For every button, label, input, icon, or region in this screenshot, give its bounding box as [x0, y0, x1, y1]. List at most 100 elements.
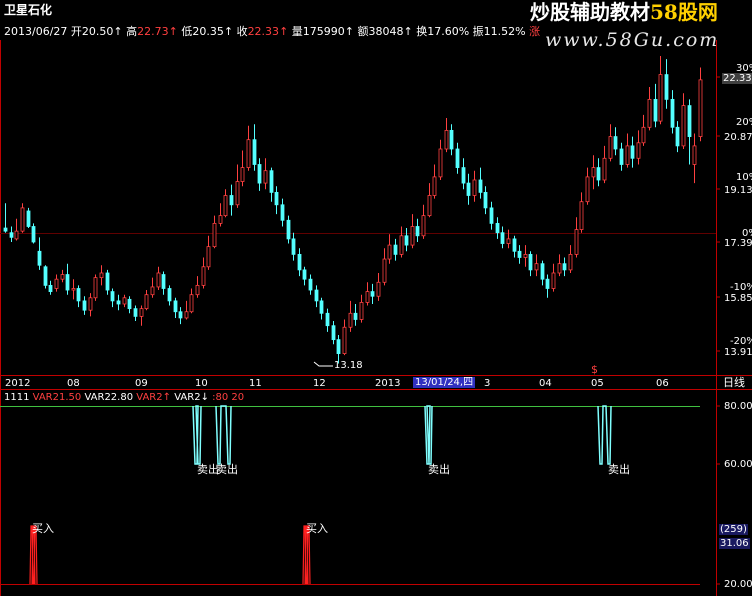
candle-body	[314, 289, 319, 302]
candle-body	[489, 207, 494, 224]
candle-body	[472, 179, 477, 196]
candle-body	[545, 278, 550, 289]
candle-body	[3, 227, 8, 232]
indicator-value: 31.06	[719, 538, 750, 549]
up-arrow-icon: ↑	[279, 25, 289, 38]
low-marker-leader	[313, 361, 333, 367]
indicator-axis-label: 20.00	[724, 579, 752, 590]
high-value: 22.73	[137, 25, 169, 38]
candle-body	[263, 170, 268, 184]
buy-label: 买入	[32, 522, 54, 535]
candle-body	[212, 222, 217, 248]
chart-canvas[interactable]: $	[0, 0, 752, 596]
candle-body	[110, 291, 115, 302]
candle-body	[240, 167, 245, 182]
candle-body	[449, 129, 454, 150]
candle-body	[410, 226, 415, 246]
buy-label: 买入	[306, 522, 328, 535]
candle-body	[636, 142, 641, 159]
candle-body	[591, 167, 596, 178]
candle-body	[26, 210, 31, 227]
candle-body	[308, 278, 313, 291]
stock-chart-window: $ 卫星石化 炒股辅助教材58股网 www.58Gu.com 2013/06/2…	[0, 0, 752, 596]
candle-body	[602, 157, 607, 181]
candle-body	[370, 291, 375, 297]
price-label: 15.85	[724, 293, 752, 304]
candle-body	[173, 300, 178, 313]
close-label: 收	[236, 25, 248, 38]
candle-body	[692, 145, 697, 165]
quote-info-bar: 2013/06/27 开20.50↑ 高22.73↑ 低20.35↑ 收22.3…	[4, 25, 540, 38]
candle-body	[625, 145, 630, 165]
sell-signal-line	[597, 405, 612, 465]
time-label: 10	[195, 378, 208, 389]
candle-body	[88, 297, 93, 311]
candle-body	[540, 263, 545, 280]
candle-body	[71, 288, 76, 291]
candle-body	[37, 250, 42, 266]
candle-body	[647, 98, 652, 128]
time-label: 12	[313, 378, 326, 389]
close-value: 22.33	[247, 25, 280, 38]
turnover-label: 换	[416, 25, 428, 38]
candle-body	[297, 253, 302, 271]
indicator-var2-down: VAR2	[174, 392, 201, 403]
time-label: 09	[135, 378, 148, 389]
candle-body	[415, 226, 420, 237]
indicator-var1: VAR21.50	[32, 392, 82, 403]
cursor-date: 13/01/24,四	[413, 377, 476, 388]
candle-body	[280, 204, 285, 221]
candle-body	[189, 294, 194, 313]
volume-label: 量	[291, 25, 303, 38]
candle-body	[365, 291, 370, 303]
rise-label: 涨	[529, 25, 541, 38]
candle-body	[65, 274, 70, 291]
candle-body	[43, 266, 48, 286]
candle-body	[286, 219, 291, 240]
price-label: 17.39	[724, 238, 752, 249]
amplitude-value: 11.52%	[483, 25, 526, 38]
time-label: 06	[656, 378, 669, 389]
indicator-tail2: 20	[231, 392, 245, 403]
amount-label: 额	[357, 25, 369, 38]
candle-body	[269, 170, 274, 193]
candle-body	[495, 222, 500, 234]
candle-body	[681, 105, 686, 147]
candle-body	[348, 312, 353, 328]
indicator-tail: :80	[212, 392, 229, 403]
indicator-value-tag: 31.06	[719, 537, 750, 550]
candle-body	[608, 136, 613, 159]
candle-body	[579, 201, 584, 230]
candle-body	[246, 139, 251, 168]
candle-body	[478, 179, 483, 193]
candle-body	[76, 288, 81, 302]
indicator-count-tag: (259)	[719, 523, 748, 536]
candle-body	[687, 105, 692, 137]
price-label: 19.13	[724, 185, 752, 196]
watermark-title: 炒股辅助教材58股网	[530, 2, 718, 22]
candle-body	[393, 244, 398, 255]
cursor-date-box[interactable]: 13/01/24,四	[413, 376, 476, 389]
high-label: 高	[126, 25, 138, 38]
candle-body	[551, 272, 556, 289]
event-marker-icon[interactable]: $	[591, 363, 598, 376]
period-label[interactable]: 日线	[723, 376, 745, 389]
candle-body	[534, 263, 539, 271]
candle-body	[432, 176, 437, 196]
candle-body	[387, 244, 392, 260]
candle-body	[274, 191, 279, 206]
candle-body	[99, 272, 104, 279]
current-price-tag: 22.33	[722, 72, 752, 85]
indicator-axis-label: 60.00	[724, 459, 752, 470]
candle-body	[82, 300, 87, 311]
candle-body	[331, 325, 336, 341]
candle-body	[93, 277, 98, 299]
up-arrow-icon: ↑	[113, 25, 123, 38]
candle-body	[325, 312, 330, 327]
candle-body	[596, 167, 601, 181]
indicator-header: 1111 VAR21.50 VAR22.80 VAR2↑ VAR2↓ :80 2…	[4, 391, 244, 404]
down-arrow-icon: ↓	[200, 392, 209, 403]
candle-body	[139, 308, 144, 317]
candle-body	[399, 235, 404, 255]
pct-label-20: 20%	[736, 117, 752, 128]
